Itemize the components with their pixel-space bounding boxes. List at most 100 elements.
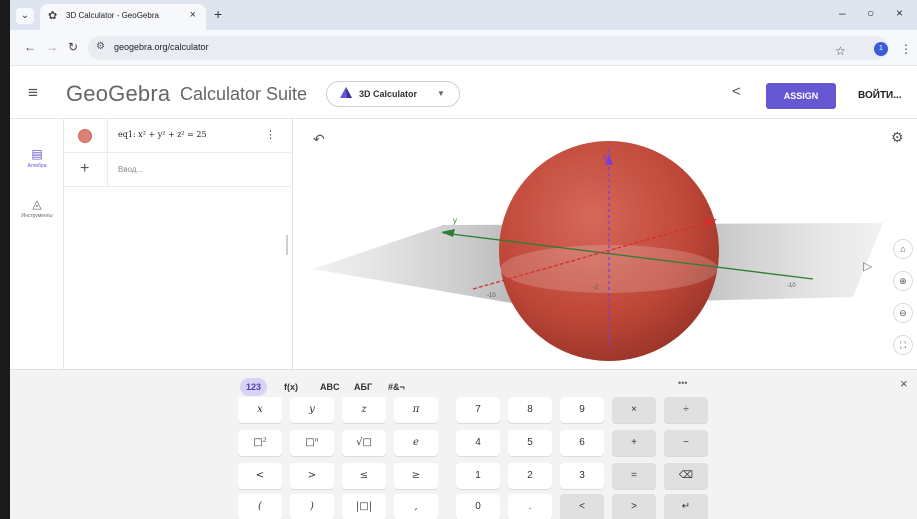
algebra-input-row[interactable]: + Ввод... (64, 153, 293, 187)
key-r4-c6[interactable]: . (508, 494, 552, 519)
key-r2-c2[interactable]: □ⁿ (290, 430, 334, 456)
chevron-down-icon: ▼ (437, 89, 445, 98)
key-r3-c7[interactable]: 3 (560, 463, 604, 489)
assign-button[interactable]: ASSIGN (766, 83, 836, 109)
close-window-icon[interactable]: × (896, 6, 903, 20)
key-r2-c5[interactable]: 4 (456, 430, 500, 456)
key-r2-c8[interactable]: + (612, 430, 656, 456)
address-bar-row: ← → ↻ ⚙ geogebra.org/calculator ☆ 1 ⋮ (10, 30, 917, 66)
tab-search-chevron-icon[interactable]: ⌄ (16, 8, 34, 24)
key-r3-c1[interactable]: < (238, 463, 282, 489)
key-r4-c7[interactable]: < (560, 494, 604, 519)
key-r4-c4[interactable]: , (394, 494, 438, 519)
key-r1-c3[interactable]: z (342, 397, 386, 423)
key-r4-c1[interactable]: ( (238, 494, 282, 519)
browser-menu-icon[interactable]: ⋮ (900, 42, 912, 56)
tab-close-icon[interactable]: × (190, 9, 196, 21)
restore-icon[interactable]: ○ (867, 6, 874, 20)
algebra-input[interactable]: Ввод... (118, 165, 143, 174)
keyboard-close-icon[interactable]: × (900, 376, 908, 391)
key-r2-c3[interactable]: √□ (342, 430, 386, 456)
site-info-icon[interactable]: ⚙ (96, 41, 105, 52)
key-r3-c6[interactable]: 2 (508, 463, 552, 489)
rail-item-label: Инструменты (21, 213, 53, 219)
keyboard-tab-cyrillic[interactable]: АБГ (354, 378, 372, 396)
zoom-out-icon[interactable]: ⊖ (893, 303, 913, 323)
key-r2-c9[interactable]: − (664, 430, 708, 456)
app-header: ≡ GeoGebra Calculator Suite 3D Calculato… (10, 67, 917, 119)
bookmark-star-icon[interactable]: ☆ (835, 44, 846, 58)
algebra-expression[interactable]: eq1: x² + y² + z² = 25 (118, 130, 207, 139)
panel-resize-handle[interactable] (286, 235, 288, 255)
app-switcher-label: 3D Calculator (359, 89, 418, 99)
virtual-keyboard: 123 f(x) ABC АБГ #&¬ ••• × x y z π 7 8 9 × ÷ □² □ⁿ… (10, 369, 917, 519)
forward-icon[interactable]: → (46, 40, 58, 54)
more-keys-icon[interactable]: ••• (678, 378, 687, 388)
back-icon[interactable]: ← (24, 40, 36, 54)
geogebra-favicon-icon: ✿ (48, 10, 58, 22)
y-axis-label: y (453, 216, 457, 225)
algebra-row[interactable]: eq1: x² + y² + z² = 25 ⋮ (64, 119, 293, 153)
key-r4-c3[interactable]: |□| (342, 494, 386, 519)
key-r4-c8[interactable]: > (612, 494, 656, 519)
login-button[interactable]: ВОЙТИ... (858, 90, 902, 101)
keyboard-tab-123[interactable]: 123 (240, 378, 268, 396)
key-r1-c1[interactable]: x (238, 397, 282, 423)
plus-icon[interactable]: + (80, 160, 89, 178)
key-r3-c3[interactable]: ≤ (342, 463, 386, 489)
algebra-row-marker (64, 119, 108, 153)
key-r3-c8[interactable]: = (612, 463, 656, 489)
suite-title: Calculator Suite (180, 84, 308, 104)
3d-scene[interactable]: y z -10 -2 -10 (293, 119, 917, 369)
url-text: geogebra.org/calculator (114, 42, 209, 52)
keyboard-tab-functions[interactable]: f(x) (284, 378, 298, 396)
graphics-3d-view[interactable]: y z -10 -2 -10 ↶ ⚙ ⌂ ⊕ ⊖ ⛶ ▷ (293, 119, 917, 369)
undo-icon[interactable]: ↶ (313, 131, 325, 148)
more-options-icon[interactable]: ⋮ (265, 128, 276, 141)
home-view-icon[interactable]: ⌂ (893, 239, 913, 259)
pyramid-icon (340, 87, 352, 98)
key-r4-c2[interactable]: ) (290, 494, 334, 519)
key-r3-c9[interactable]: ⌫ (664, 463, 708, 489)
share-icon[interactable]: < (732, 83, 741, 100)
app-switcher[interactable]: 3D Calculator ▼ (326, 81, 460, 107)
url-field[interactable]: ⚙ geogebra.org/calculator (88, 36, 888, 60)
key-r3-c5[interactable]: 1 (456, 463, 500, 489)
key-r1-c9[interactable]: ÷ (664, 397, 708, 423)
settings-gear-icon[interactable]: ⚙ (891, 129, 904, 146)
key-r1-c4[interactable]: π (394, 397, 438, 423)
profile-avatar[interactable]: 1 (874, 42, 888, 56)
key-r2-c7[interactable]: 6 (560, 430, 604, 456)
visibility-toggle[interactable] (78, 129, 92, 143)
algebra-row-marker: + (64, 153, 108, 187)
key-r2-c1[interactable]: □² (238, 430, 282, 456)
fullscreen-icon[interactable]: ⛶ (893, 335, 913, 355)
key-r2-c6[interactable]: 5 (508, 430, 552, 456)
key-r1-c7[interactable]: 9 (560, 397, 604, 423)
left-edge-bar (0, 0, 10, 519)
key-r2-c4[interactable]: e (394, 430, 438, 456)
new-tab-button[interactable]: + (214, 7, 222, 21)
hamburger-menu-icon[interactable]: ≡ (28, 84, 38, 101)
rail-item-algebra[interactable]: ▤ Алгебра (10, 147, 64, 169)
key-r3-c4[interactable]: ≥ (394, 463, 438, 489)
rail-item-tools[interactable]: ◬ Инструменты (10, 197, 64, 219)
key-r3-c2[interactable]: > (290, 463, 334, 489)
keyboard-tab-latin[interactable]: ABC (320, 378, 340, 396)
browser-tab[interactable]: ✿ 3D Calculator - GeoGebra × (40, 4, 206, 30)
key-r4-c9[interactable]: ↵ (664, 494, 708, 519)
brand-logo[interactable]: GeoGebra (66, 81, 170, 107)
tab-title: 3D Calculator - GeoGebra (66, 11, 159, 20)
key-r1-c8[interactable]: × (612, 397, 656, 423)
key-r1-c6[interactable]: 8 (508, 397, 552, 423)
keyboard-tab-symbols[interactable]: #&¬ (388, 378, 405, 396)
key-r1-c2[interactable]: y (290, 397, 334, 423)
key-r1-c5[interactable]: 7 (456, 397, 500, 423)
reload-icon[interactable]: ↻ (68, 40, 78, 54)
tab-strip: ⌄ ✿ 3D Calculator - GeoGebra × + – ○ × (10, 0, 917, 30)
key-r4-c5[interactable]: 0 (456, 494, 500, 519)
rail-item-label: Алгебра (27, 163, 47, 169)
minimize-icon[interactable]: – (839, 6, 846, 20)
tick-label: -2 (593, 285, 599, 291)
zoom-in-icon[interactable]: ⊕ (893, 271, 913, 291)
